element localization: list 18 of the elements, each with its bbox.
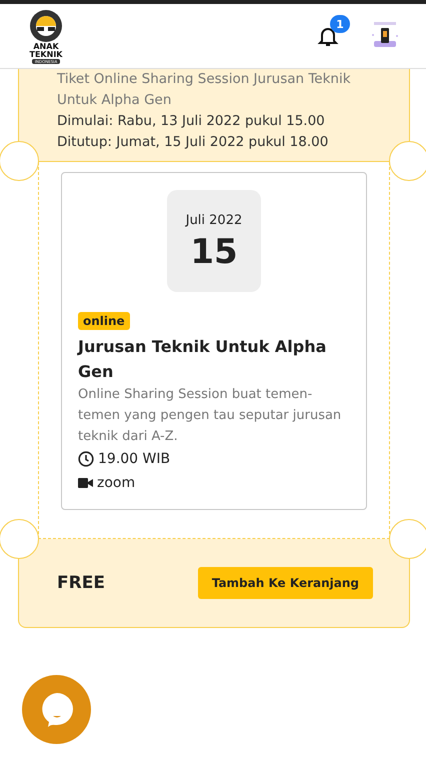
ticket-price: FREE: [57, 573, 105, 593]
logo-text: TEKNIK: [30, 51, 62, 59]
chat-bubble-icon: [40, 692, 74, 728]
clock-icon: [78, 451, 94, 467]
start-date: Dimulai: Rabu, 13 Juli 2022 pukul 15.00: [57, 112, 326, 131]
logo-text: ANAK: [33, 43, 59, 51]
event-day: 15: [190, 234, 238, 270]
event-description: Online Sharing Session buat temen-temen yang pengen tau seputar jurusan teknik dari A-Z.: [78, 386, 342, 446]
event-title: Jurusan Teknik Untuk Alpha Gen: [78, 336, 328, 383]
ticket-name: Tiket Online Sharing Session Jurusan Teknik Untuk Alpha Gen: [57, 70, 352, 110]
end-date: Ditutup: Jumat, 15 Juli 2022 pukul 18.00: [57, 133, 330, 152]
add-to-cart-button[interactable]: Tambah Ke Keranjang: [198, 567, 373, 599]
event-time: 19.00 WIB: [98, 451, 170, 467]
notification-count: 1: [330, 15, 350, 33]
online-tag: online: [78, 312, 130, 330]
event-platform: zoom: [97, 475, 136, 491]
event-month: Juli 2022: [186, 212, 242, 228]
video-camera-icon: [78, 478, 93, 488]
